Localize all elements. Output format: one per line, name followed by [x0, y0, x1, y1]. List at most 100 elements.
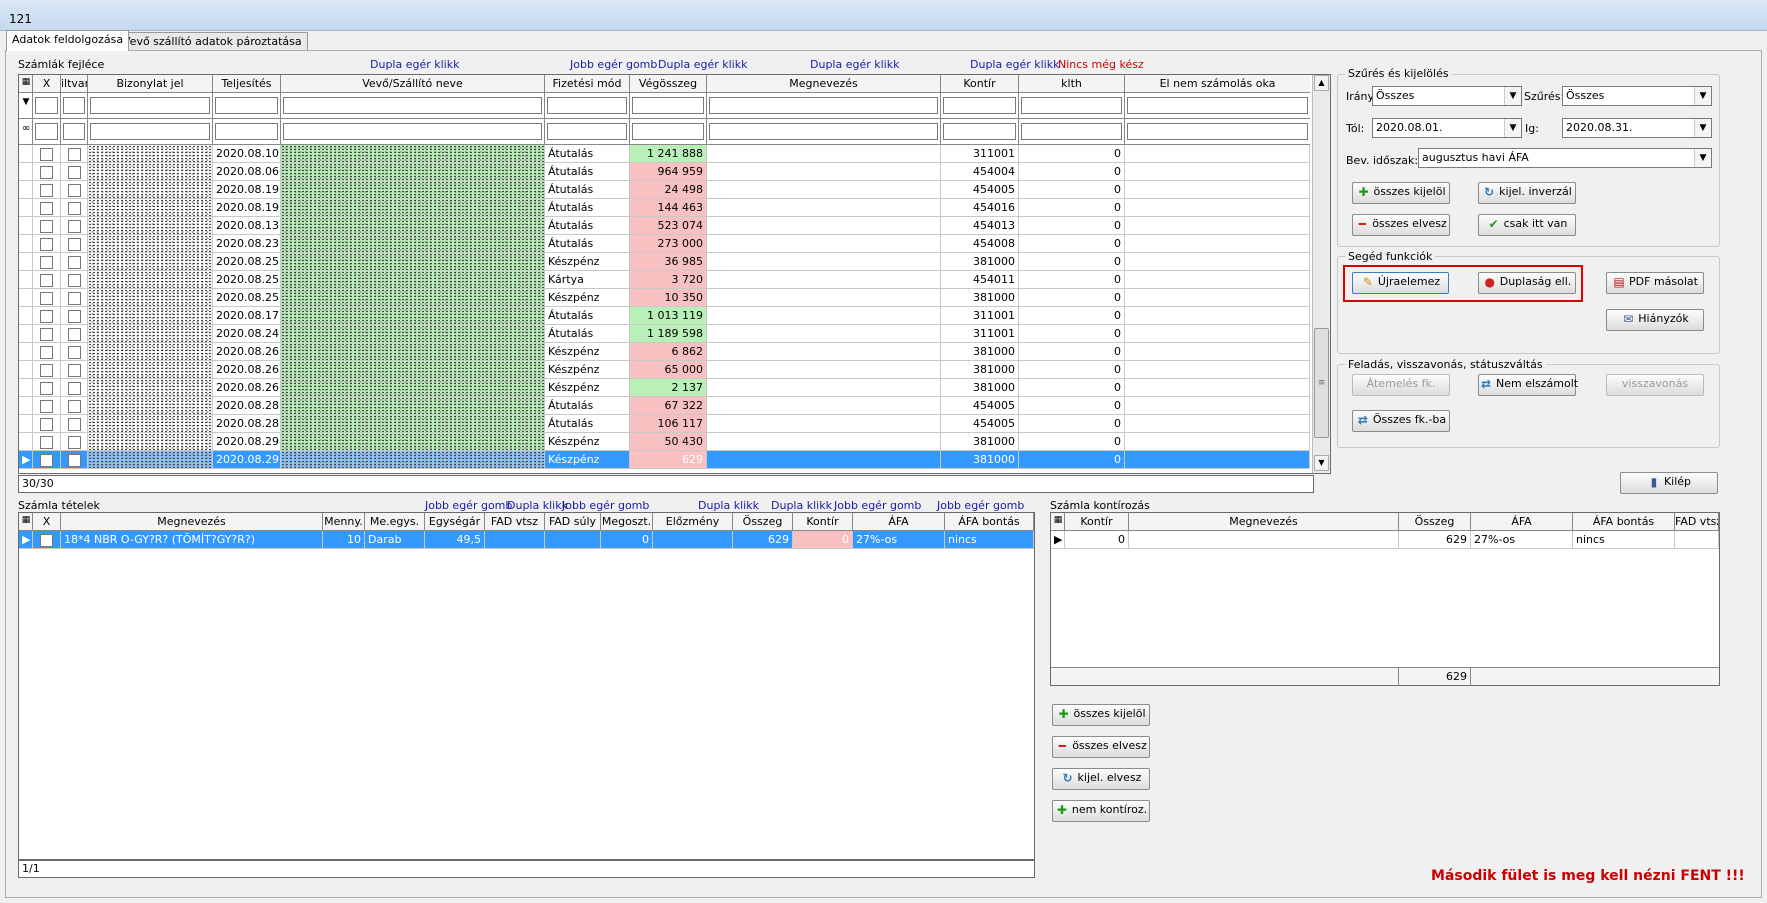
filter-input-teljesites[interactable]: [215, 97, 278, 114]
items-col-header-afabontas[interactable]: ÁFA bontás: [945, 513, 1034, 531]
filter-row-vegosszeg[interactable]: [630, 93, 707, 119]
table-row[interactable]: 2020.08.23. Átutalás 273 000 454008 0: [19, 235, 1310, 253]
items-col-header-egysegar[interactable]: Egységár: [425, 513, 485, 531]
search-input-megnevezes[interactable]: [709, 123, 938, 140]
filter-row-vevo[interactable]: [281, 93, 545, 119]
filter-row-teljesites[interactable]: [213, 93, 281, 119]
table-row[interactable]: 2020.08.13. Átutalás 523 074 454013 0: [19, 217, 1310, 235]
filter-row-kontir[interactable]: [941, 93, 1019, 119]
grid-settings-icon[interactable]: ▦: [1053, 515, 1063, 527]
kontir-col-header-osszeg[interactable]: Összeg: [1399, 513, 1471, 531]
row-x-checkbox[interactable]: [33, 531, 61, 549]
col-header-kontir[interactable]: Kontír: [941, 75, 1019, 93]
filter-row-iltvan[interactable]: [61, 93, 88, 119]
transfer-button[interactable]: Átemelés fk.: [1352, 374, 1450, 396]
items-col-header-fadvtsz[interactable]: FAD vtsz: [485, 513, 545, 531]
kontir-invert-button[interactable]: ↻ kijel. elvesz: [1052, 768, 1150, 790]
table-row[interactable]: 2020.08.24. Átutalás 1 189 598 311001 0: [19, 325, 1310, 343]
row-iltvan-checkbox[interactable]: [61, 253, 88, 271]
scroll-up-icon[interactable]: ▲: [1314, 75, 1329, 91]
search-input-kontir[interactable]: [943, 123, 1016, 140]
kontir-select-all-button[interactable]: ✚ összes kijelöl: [1052, 704, 1150, 726]
search-input-klth[interactable]: [1021, 123, 1122, 140]
table-row[interactable]: 2020.08.06. Átutalás 964 959 454004 0: [19, 163, 1310, 181]
filter-input-vevo[interactable]: [283, 97, 542, 114]
filter-row-megnevezes[interactable]: [707, 93, 941, 119]
search-input-iltvan[interactable]: [63, 123, 85, 140]
filter-input-vegosszeg[interactable]: [632, 97, 704, 114]
select-all-button[interactable]: ✚ összes kijelöl: [1352, 182, 1450, 204]
search-row-kontir[interactable]: [941, 119, 1019, 145]
table-row[interactable]: 2020.08.25. Készpénz 36 985 381000 0: [19, 253, 1310, 271]
search-input-elnem[interactable]: [1127, 123, 1308, 140]
filter-input-elnem[interactable]: [1127, 97, 1308, 114]
search-input-vevo[interactable]: [283, 123, 542, 140]
search-row-x[interactable]: [33, 119, 61, 145]
table-row[interactable]: ▶ 2020.08.29. Készpénz 629 381000 0: [19, 451, 1310, 469]
revoke-button[interactable]: visszavonás: [1606, 374, 1704, 396]
search-input-fizmod[interactable]: [547, 123, 627, 140]
row-x-checkbox[interactable]: [33, 325, 61, 343]
row-iltvan-checkbox[interactable]: [61, 433, 88, 451]
row-iltvan-checkbox[interactable]: [61, 379, 88, 397]
filter-row-elnem[interactable]: [1125, 93, 1310, 119]
col-header-vegosszeg[interactable]: Végösszeg: [630, 75, 707, 93]
table-row[interactable]: 2020.08.17. Átutalás 1 013 119 311001 0: [19, 307, 1310, 325]
col-header-x[interactable]: X: [33, 75, 61, 93]
search-row-elnem[interactable]: [1125, 119, 1310, 145]
row-x-checkbox[interactable]: [33, 163, 61, 181]
filter-input-fizmod[interactable]: [547, 97, 627, 114]
filter-row-klth[interactable]: [1019, 93, 1125, 119]
items-col-header-megoszt[interactable]: Megoszt.: [601, 513, 653, 531]
reparse-button[interactable]: ✎ Újraelemez: [1352, 272, 1449, 294]
search-row-klth[interactable]: [1019, 119, 1125, 145]
row-x-checkbox[interactable]: [33, 289, 61, 307]
kontir-col-header-afa[interactable]: ÁFA: [1471, 513, 1573, 531]
filter-input-megnevezes[interactable]: [709, 97, 938, 114]
table-row[interactable]: 2020.08.25. Készpénz 10 350 381000 0: [19, 289, 1310, 307]
row-iltvan-checkbox[interactable]: [61, 199, 88, 217]
filter-input-kontir[interactable]: [943, 97, 1016, 114]
items-col-header-meegys[interactable]: Me.egys.: [365, 513, 425, 531]
invert-selection-button[interactable]: ↻ kijel. inverzál: [1478, 182, 1576, 204]
table-row[interactable]: ▶ 0 629 27%-os nincs: [1051, 531, 1719, 549]
filter-input-klth[interactable]: [1021, 97, 1122, 114]
search-input-teljesites[interactable]: [215, 123, 278, 140]
search-row-fizmod[interactable]: [545, 119, 630, 145]
tab-vevo-szallito-parositas[interactable]: Vevő szállító adatok pároztatása: [117, 32, 308, 51]
col-header-klth[interactable]: klth: [1019, 75, 1125, 93]
exit-button[interactable]: ▮ Kilép: [1620, 472, 1718, 494]
filter-input-x[interactable]: [35, 97, 58, 114]
row-x-checkbox[interactable]: [33, 181, 61, 199]
filter-row-fizmod[interactable]: [545, 93, 630, 119]
row-x-checkbox[interactable]: [33, 415, 61, 433]
table-row[interactable]: 2020.08.10. Átutalás 1 241 888 311001 0: [19, 145, 1310, 163]
items-col-header-menny[interactable]: Menny.: [323, 513, 365, 531]
search-row-vevo[interactable]: [281, 119, 545, 145]
row-x-checkbox[interactable]: [33, 397, 61, 415]
row-iltvan-checkbox[interactable]: [61, 325, 88, 343]
row-iltvan-checkbox[interactable]: [61, 163, 88, 181]
row-iltvan-checkbox[interactable]: [61, 415, 88, 433]
row-iltvan-checkbox[interactable]: [61, 271, 88, 289]
grid-settings-icon[interactable]: ▦: [21, 515, 31, 527]
table-row[interactable]: 2020.08.19. Átutalás 144 463 454016 0: [19, 199, 1310, 217]
row-x-checkbox[interactable]: [33, 433, 61, 451]
search-row-megnevezes[interactable]: [707, 119, 941, 145]
row-x-checkbox[interactable]: [33, 271, 61, 289]
row-x-checkbox[interactable]: [33, 217, 61, 235]
search-input-vegosszeg[interactable]: [632, 123, 704, 140]
row-x-checkbox[interactable]: [33, 379, 61, 397]
filter-select[interactable]: Összes ▼: [1562, 86, 1712, 106]
kontir-deselect-all-button[interactable]: ━ összes elvesz: [1052, 736, 1150, 758]
period-select[interactable]: augusztus havi ÁFA ▼: [1418, 148, 1712, 168]
kontir-col-header-fadvtsz[interactable]: FAD vtsz: [1675, 513, 1719, 531]
filter-input-iltvan[interactable]: [63, 97, 85, 114]
row-iltvan-checkbox[interactable]: [61, 451, 88, 469]
kontir-col-header-kontir[interactable]: Kontír: [1065, 513, 1129, 531]
pdf-copy-button[interactable]: ▤ PDF másolat: [1606, 272, 1704, 294]
row-iltvan-checkbox[interactable]: [61, 235, 88, 253]
tab-adatok-feldolgozasa[interactable]: Adatok feldolgozása: [6, 30, 130, 51]
table-row[interactable]: 2020.08.25. Kártya 3 720 454011 0: [19, 271, 1310, 289]
col-header-elnem[interactable]: El nem számolás oka: [1125, 75, 1310, 93]
